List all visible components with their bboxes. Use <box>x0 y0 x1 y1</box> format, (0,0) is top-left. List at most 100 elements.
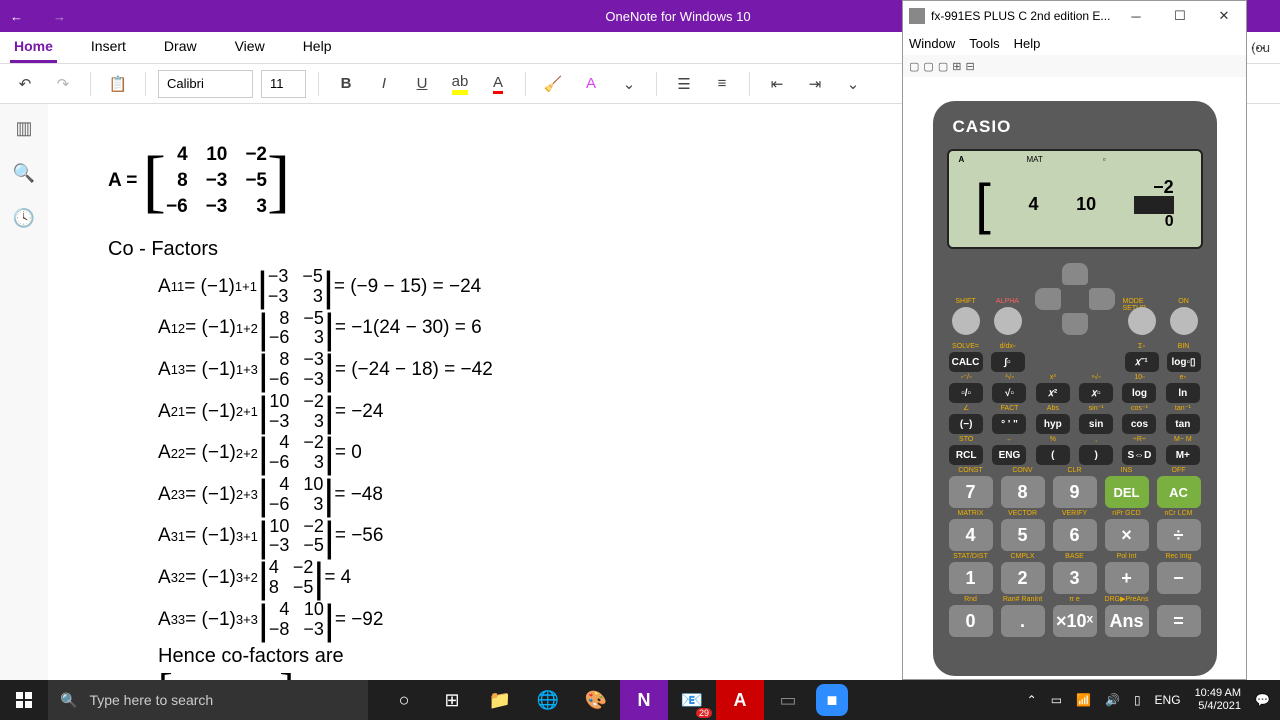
calc-key-3[interactable]: 3 <box>1053 562 1097 594</box>
dpad-down[interactable] <box>1062 313 1088 335</box>
tab-help[interactable]: Help <box>299 32 336 63</box>
calc-key-9[interactable]: 9 <box>1053 476 1097 508</box>
calc-key-[interactable]: − <box>1157 562 1201 594</box>
wifi-icon[interactable]: 📶 <box>1076 693 1091 707</box>
calc-key-[interactable]: . <box>1001 605 1045 637</box>
calc-key-[interactable]: × <box>1105 519 1149 551</box>
onenote-taskbar-icon[interactable]: N <box>620 680 668 720</box>
maximize-button[interactable]: ☐ <box>1158 1 1202 31</box>
calc-key-sin[interactable]: sin <box>1079 414 1113 434</box>
recent-icon[interactable]: 🕓 <box>13 208 35 229</box>
calc-key-10[interactable]: ×10ˣ <box>1053 605 1097 637</box>
calc-key-[interactable]: = <box>1157 605 1201 637</box>
back-arrow-icon[interactable]: ← <box>10 9 23 24</box>
lang-indicator[interactable]: ENG <box>1155 693 1181 707</box>
calc-key-tan[interactable]: tan <box>1166 414 1200 434</box>
tab-insert[interactable]: Insert <box>87 32 130 63</box>
calc-key-hyp[interactable]: hyp <box>1036 414 1070 434</box>
calc-key-[interactable]: + <box>1105 562 1149 594</box>
calc-calc[interactable]: CALC <box>949 352 983 372</box>
calc-key-ln[interactable]: ln <box>1166 383 1200 403</box>
tab-view[interactable]: View <box>231 32 269 63</box>
notebooks-icon[interactable]: ▥ <box>15 118 32 139</box>
calc-key-[interactable]: 𝑥▫ <box>1079 383 1113 403</box>
calc-key-1[interactable]: 1 <box>949 562 993 594</box>
explorer-icon[interactable]: 📁 <box>476 680 524 720</box>
calc-key[interactable]: ∫▫ <box>991 352 1025 372</box>
overflow-icon[interactable]: ⋯ <box>1250 38 1266 58</box>
undo-button[interactable]: ↶ <box>10 69 40 99</box>
calc-key-6[interactable]: 6 <box>1053 519 1097 551</box>
notifications-icon[interactable]: 💬 <box>1255 693 1270 707</box>
calc-key-log[interactable]: log <box>1122 383 1156 403</box>
calc-key-AC[interactable]: AC <box>1157 476 1201 508</box>
calc-key-RCL[interactable]: RCL <box>949 445 983 465</box>
numbering-button[interactable]: ≡ <box>707 69 737 99</box>
calc-key-[interactable]: √▫ <box>992 383 1026 403</box>
calc-key-[interactable]: ÷ <box>1157 519 1201 551</box>
tray-chevron-icon[interactable]: ⌃ <box>1027 693 1037 707</box>
app-icon-1[interactable]: 🎨 <box>572 680 620 720</box>
battery-icon[interactable]: ▭ <box>1051 693 1062 707</box>
edge-icon[interactable]: 🌐 <box>524 680 572 720</box>
font-color-button[interactable]: A <box>483 69 513 99</box>
calc-key[interactable]: 𝑥⁻¹ <box>1125 352 1159 372</box>
clear-format-button[interactable]: 🧹 <box>538 69 568 99</box>
clipboard-button[interactable]: 📋 <box>103 69 133 99</box>
calc-key-4[interactable]: 4 <box>949 519 993 551</box>
close-button[interactable]: ✕ <box>1202 1 1246 31</box>
bullets-button[interactable]: ☰ <box>669 69 699 99</box>
forward-arrow-icon[interactable]: → <box>53 9 66 24</box>
dpad-right[interactable] <box>1089 288 1115 310</box>
acrobat-icon[interactable]: A <box>716 680 764 720</box>
tab-draw[interactable]: Draw <box>160 32 201 63</box>
toolbar-dropdown[interactable]: ⌄ <box>614 69 644 99</box>
underline-button[interactable]: U <box>407 69 437 99</box>
toolbar-more[interactable]: ⌄ <box>838 69 868 99</box>
dpad-left[interactable] <box>1035 288 1061 310</box>
tab-home[interactable]: Home <box>10 32 57 63</box>
calc-shift[interactable] <box>952 307 980 335</box>
start-button[interactable] <box>0 680 48 720</box>
outdent-button[interactable]: ⇤ <box>762 69 792 99</box>
calc-key-7[interactable]: 7 <box>949 476 993 508</box>
calc-key-ENG[interactable]: ENG <box>992 445 1026 465</box>
calc-key-[interactable]: ° ' " <box>992 414 1026 434</box>
calc-key-0[interactable]: 0 <box>949 605 993 637</box>
redo-button[interactable]: ↷ <box>48 69 78 99</box>
calc-key-8[interactable]: 8 <box>1001 476 1045 508</box>
mail-icon[interactable]: 📧29 <box>668 680 716 720</box>
calc-key-cos[interactable]: cos <box>1122 414 1156 434</box>
calc-key-2[interactable]: 2 <box>1001 562 1045 594</box>
calc-key-[interactable]: ( <box>1036 445 1070 465</box>
calc-key-[interactable]: (−) <box>949 414 983 434</box>
menu-window[interactable]: Window <box>909 36 955 51</box>
calc-key-5[interactable]: 5 <box>1001 519 1045 551</box>
format-painter-button[interactable]: A <box>576 69 606 99</box>
taskview-icon[interactable]: ⊞ <box>428 680 476 720</box>
app-icon-2[interactable]: ▭ <box>764 680 812 720</box>
highlight-button[interactable]: ab <box>445 69 475 99</box>
zoom-icon[interactable]: ■ <box>816 684 848 716</box>
calc-key-Ans[interactable]: Ans <box>1105 605 1149 637</box>
bold-button[interactable]: B <box>331 69 361 99</box>
calc-key[interactable]: log▫▯ <box>1167 352 1201 372</box>
font-size-input[interactable] <box>261 70 306 98</box>
calc-mode[interactable] <box>1128 307 1156 335</box>
calc-key-[interactable]: 𝑥² <box>1036 383 1070 403</box>
taskbar-search[interactable]: 🔍 Type here to search <box>48 680 368 720</box>
clock[interactable]: 10:49 AM 5/4/2021 <box>1195 687 1241 713</box>
search-icon[interactable]: 🔍 <box>13 163 35 184</box>
calc-key-M[interactable]: M+ <box>1166 445 1200 465</box>
cortana-icon[interactable]: ○ <box>380 680 428 720</box>
calc-key-[interactable]: ) <box>1079 445 1113 465</box>
menu-help[interactable]: Help <box>1014 36 1041 51</box>
menu-tools[interactable]: Tools <box>969 36 999 51</box>
calc-on[interactable] <box>1170 307 1198 335</box>
calc-key-[interactable]: ▫/▫ <box>949 383 983 403</box>
calc-key-DEL[interactable]: DEL <box>1105 476 1149 508</box>
input-icon[interactable]: ▯ <box>1134 693 1141 707</box>
italic-button[interactable]: I <box>369 69 399 99</box>
calc-alpha[interactable] <box>994 307 1022 335</box>
calc-key-SD[interactable]: S⇔D <box>1122 445 1156 465</box>
